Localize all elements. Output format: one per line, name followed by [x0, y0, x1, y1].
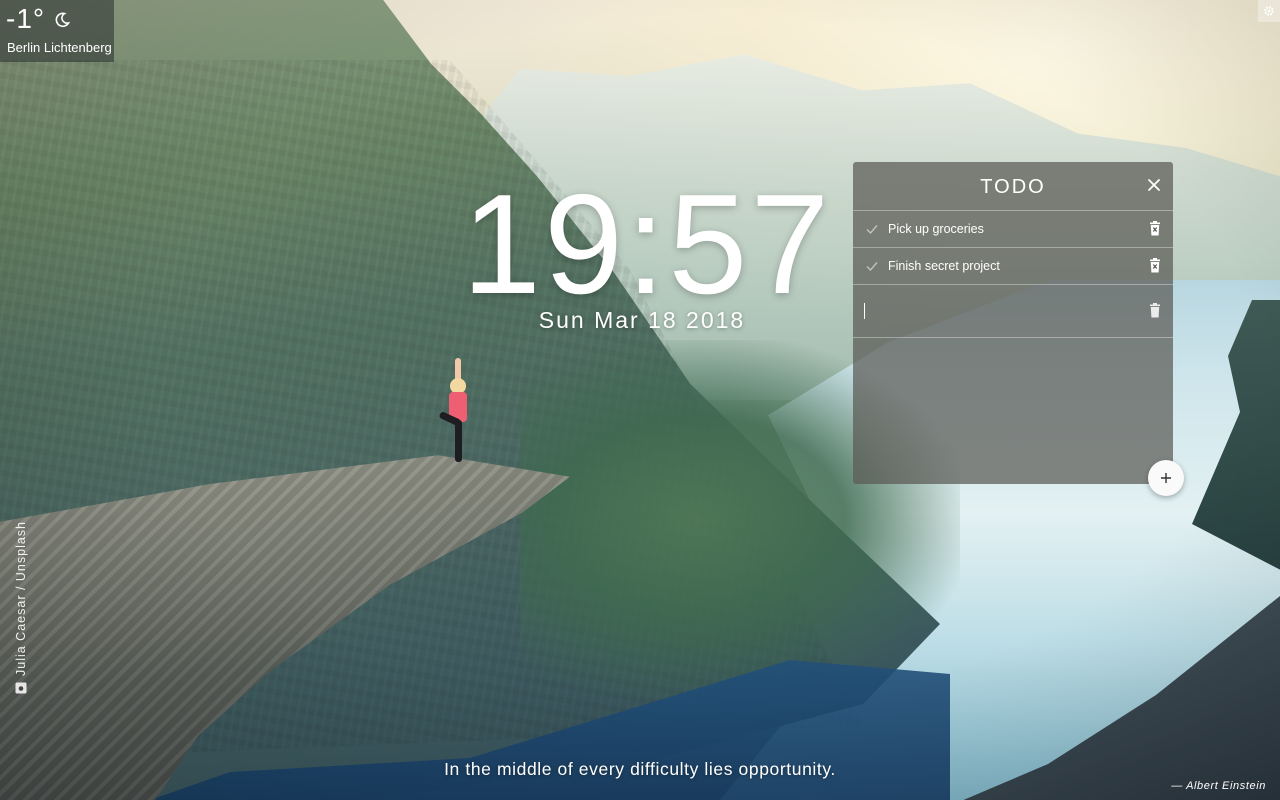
todo-title: TODO: [980, 176, 1046, 198]
clock-date: Sun Mar 18 2018: [538, 307, 746, 333]
photo-credit[interactable]: Julia Caesar / Unsplash: [14, 521, 28, 694]
text-cursor: [864, 303, 865, 319]
close-icon[interactable]: [1147, 178, 1161, 192]
new-todo-row[interactable]: [853, 285, 1173, 338]
trash-icon[interactable]: [1149, 221, 1161, 236]
camera-icon: [15, 682, 27, 694]
todo-item-label: Finish secret project: [888, 259, 1000, 273]
todo-item[interactable]: Finish secret project: [853, 248, 1173, 285]
quote-author: — Albert Einstein: [1171, 780, 1266, 792]
todo-panel: TODO Pick up groceries Finish secret pro…: [853, 162, 1173, 484]
plus-icon: [1161, 473, 1171, 483]
todo-item-label: Pick up groceries: [888, 222, 984, 236]
temperature: -1°: [6, 3, 46, 34]
photo-credit-text: Julia Caesar / Unsplash: [14, 520, 28, 676]
gear-icon: [1264, 6, 1274, 16]
quote-text: In the middle of every difficulty lies o…: [444, 759, 836, 779]
weather-widget[interactable]: -1° Berlin Lichtenberg: [0, 0, 114, 62]
weather-location: Berlin Lichtenberg: [7, 40, 112, 55]
todo-header: TODO: [853, 162, 1173, 211]
trash-icon[interactable]: [1149, 258, 1161, 273]
check-icon[interactable]: [865, 222, 879, 236]
moon-icon: [55, 12, 70, 28]
clock-time: 19:57: [462, 165, 833, 324]
check-icon[interactable]: [865, 259, 879, 273]
trash-icon[interactable]: [1149, 303, 1161, 318]
todo-item[interactable]: Pick up groceries: [853, 211, 1173, 248]
add-todo-button[interactable]: [1148, 460, 1184, 496]
new-todo-input[interactable]: [861, 293, 1125, 331]
settings-button[interactable]: [1258, 0, 1280, 22]
